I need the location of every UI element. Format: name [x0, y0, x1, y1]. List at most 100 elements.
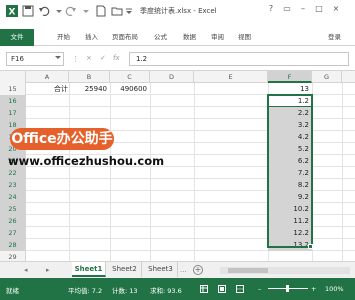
cell-f26[interactable]: 11.2 — [268, 215, 312, 227]
tab-file[interactable]: 文件 — [0, 29, 34, 46]
table-row: 23 8.2 — [0, 179, 355, 191]
row-header[interactable]: 25 — [0, 203, 26, 215]
status-mode: 就绪 — [6, 287, 19, 295]
confirm-entry-button[interactable]: ✓ — [100, 54, 106, 62]
column-header-c[interactable]: C — [110, 71, 150, 83]
previous-sheet-icon[interactable]: ◂ — [24, 266, 28, 274]
column-header-a[interactable]: A — [26, 71, 69, 83]
row-header[interactable]: 28 — [0, 239, 26, 251]
tab-home[interactable]: 开始 — [53, 31, 74, 45]
status-count: 计数: 13 — [112, 287, 138, 295]
next-sheet-icon[interactable]: ▸ — [46, 266, 50, 274]
svg-text:X: X — [9, 8, 16, 18]
horizontal-scrollbar[interactable] — [220, 267, 350, 274]
sign-in-link[interactable]: 登录 — [328, 31, 341, 41]
row-header[interactable]: 23 — [0, 179, 26, 191]
status-average: 平均值: 7.2 — [68, 287, 103, 295]
tab-sheet3[interactable]: Sheet3 — [144, 262, 178, 277]
row-header[interactable]: 22 — [0, 167, 26, 179]
close-button[interactable]: × — [331, 4, 341, 14]
column-headers: A B C D E F G — [0, 71, 355, 83]
column-header-e[interactable]: E — [194, 71, 268, 83]
redo-dropdown-icon[interactable] — [82, 5, 94, 17]
column-header-b[interactable]: B — [69, 71, 110, 83]
cancel-entry-button[interactable]: × — [86, 54, 92, 62]
tab-view[interactable]: 视图 — [234, 31, 255, 45]
cell-f15[interactable]: 13 — [268, 83, 312, 95]
fill-handle[interactable] — [308, 244, 313, 249]
redo-icon[interactable] — [65, 5, 77, 17]
cell-f27[interactable]: 12.2 — [268, 227, 312, 239]
zoom-in-button[interactable]: + — [311, 285, 316, 293]
maximize-button[interactable]: □ — [314, 4, 324, 14]
row-header[interactable]: 27 — [0, 227, 26, 239]
undo-icon[interactable] — [38, 5, 50, 17]
table-row: 16 1.2 — [0, 95, 355, 107]
excel-logo-icon: X — [6, 5, 18, 18]
cell-f21[interactable]: 6.2 — [268, 155, 312, 167]
column-header-g[interactable]: G — [312, 71, 342, 83]
tab-page-layout[interactable]: 页面布局 — [108, 31, 142, 45]
normal-view-icon[interactable] — [200, 285, 208, 295]
tab-insert[interactable]: 插入 — [81, 31, 102, 45]
cell-f22[interactable]: 7.2 — [268, 167, 312, 179]
zoom-slider-thumb[interactable] — [286, 285, 289, 292]
tab-sheet2[interactable]: Sheet2 — [108, 262, 142, 277]
name-box-dropdown-icon[interactable] — [55, 56, 61, 59]
column-header-f[interactable]: F — [268, 71, 312, 83]
select-all-corner[interactable] — [0, 71, 26, 83]
cell-f23[interactable]: 8.2 — [268, 179, 312, 191]
ribbon-display-options-button[interactable]: ▭ — [282, 4, 292, 14]
row-header[interactable]: 29 — [0, 251, 26, 261]
cell-f25[interactable]: 10.2 — [268, 203, 312, 215]
cell-f17[interactable]: 2.2 — [268, 107, 312, 119]
zoom-level[interactable]: 100% — [325, 285, 344, 293]
cell-f18[interactable]: 3.2 — [268, 119, 312, 131]
cell-b15[interactable]: 25940 — [69, 83, 110, 95]
minimize-button[interactable]: – — [298, 4, 308, 14]
tab-review[interactable]: 审阅 — [207, 31, 228, 45]
watermark-url: www.officezhushou.com — [8, 154, 165, 168]
status-bar: 就绪 平均值: 7.2 计数: 13 求和: 93.6 – + 100% — [0, 278, 355, 300]
open-file-icon[interactable] — [111, 5, 123, 17]
add-sheet-button[interactable]: + — [193, 265, 203, 275]
watermark-badge: Office办公助手 — [10, 128, 114, 150]
table-row: 22 7.2 — [0, 167, 355, 179]
column-header-d[interactable]: D — [150, 71, 194, 83]
page-break-view-icon[interactable] — [236, 285, 244, 295]
new-file-icon[interactable] — [95, 5, 107, 17]
table-row: 28 13.2 — [0, 239, 355, 251]
zoom-out-button[interactable]: – — [258, 285, 261, 293]
page-layout-view-icon[interactable] — [218, 285, 226, 295]
cell-f20[interactable]: 5.2 — [268, 143, 312, 155]
formula-bar-grip-icon: ⋮ — [72, 55, 79, 63]
tab-formulas[interactable]: 公式 — [150, 31, 171, 45]
row-header[interactable]: 15 — [0, 83, 26, 95]
table-row: 25 10.2 — [0, 203, 355, 215]
cell-f28[interactable]: 13.2 — [268, 239, 312, 251]
row-header[interactable]: 26 — [0, 215, 26, 227]
tab-data[interactable]: 数据 — [179, 31, 200, 45]
customize-toolbar-icon[interactable] — [125, 5, 137, 17]
table-row: 17 2.2 — [0, 107, 355, 119]
cell-f16[interactable]: 1.2 — [268, 95, 312, 107]
insert-function-button[interactable]: fx — [113, 54, 120, 62]
save-icon[interactable] — [22, 5, 34, 17]
row-header[interactable]: 17 — [0, 107, 26, 119]
table-row: 15 合计 25940 490600 13 — [0, 83, 355, 95]
cell-a15[interactable]: 合计 — [54, 83, 68, 95]
tab-sheet1[interactable]: Sheet1 — [72, 262, 106, 277]
table-row: 29 — [0, 251, 355, 261]
cell-c15[interactable]: 490600 — [110, 83, 150, 95]
horizontal-scrollbar-thumb[interactable] — [228, 268, 268, 273]
formula-input[interactable]: 1.2 — [129, 52, 349, 66]
help-button[interactable]: ? — [266, 4, 276, 14]
row-header[interactable]: 24 — [0, 191, 26, 203]
cell-f24[interactable]: 9.2 — [268, 191, 312, 203]
formula-bar: F16 ⋮ × ✓ fx 1.2 — [0, 47, 355, 71]
more-sheets-button[interactable]: ... — [180, 266, 187, 274]
row-header[interactable]: 16 — [0, 95, 26, 107]
window-title: 季度统计表.xlsx - Excel — [140, 7, 217, 15]
cell-f19[interactable]: 4.2 — [268, 131, 312, 143]
name-box[interactable]: F16 — [6, 52, 64, 66]
